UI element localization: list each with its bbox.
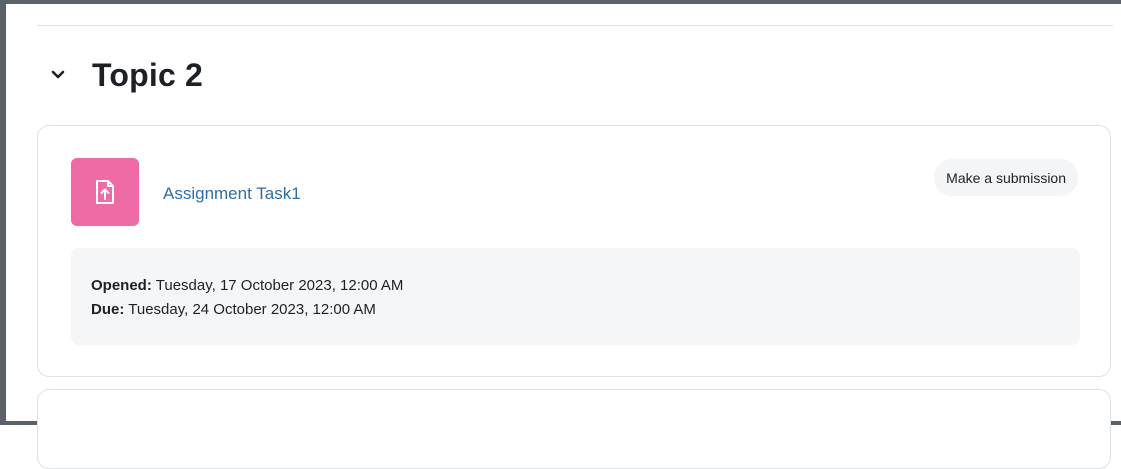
due-label: Due:	[91, 301, 125, 318]
opened-label: Opened:	[91, 277, 152, 294]
section-divider	[37, 25, 1113, 26]
make-submission-button[interactable]: Make a submission	[934, 159, 1078, 196]
activity-card: Assignment Task1 Make a submission Opene…	[37, 125, 1111, 377]
due-value: Tuesday, 24 October 2023, 12:00 AM	[128, 301, 376, 318]
window-frame-left	[0, 0, 6, 425]
next-activity-card	[37, 389, 1111, 469]
section-header: Topic 2	[50, 55, 203, 95]
window-frame-top	[0, 0, 1121, 4]
opened-date-line: Opened: Tuesday, 17 October 2023, 12:00 …	[91, 274, 1060, 298]
assignment-link[interactable]: Assignment Task1	[163, 184, 301, 204]
due-date-line: Due: Tuesday, 24 October 2023, 12:00 AM	[91, 298, 1060, 322]
section-title[interactable]: Topic 2	[92, 57, 203, 94]
chevron-down-icon[interactable]	[50, 67, 66, 83]
activity-dates: Opened: Tuesday, 17 October 2023, 12:00 …	[71, 248, 1080, 345]
opened-value: Tuesday, 17 October 2023, 12:00 AM	[155, 277, 404, 294]
assignment-upload-icon[interactable]	[71, 158, 139, 226]
